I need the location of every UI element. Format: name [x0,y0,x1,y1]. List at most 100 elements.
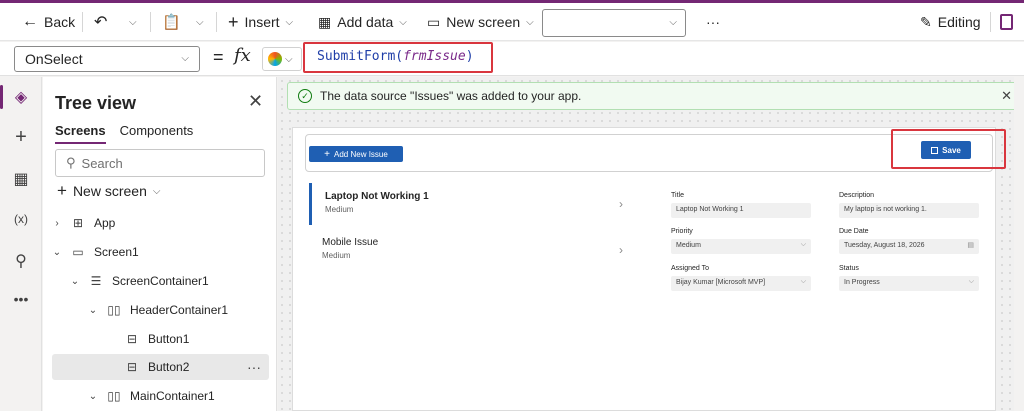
priority-field: Priority Medium ⌵ [671,228,811,254]
list-item[interactable]: Laptop Not Working 1 Medium › [309,183,627,225]
chevron-down-icon: ⌵ [129,16,137,28]
data-rail-button[interactable]: ▦ [0,161,42,197]
tree-node-label: Screen1 [94,245,139,259]
table-add-icon: ▦ [318,13,332,30]
description-label: Description [839,192,875,199]
tree-node-screen1[interactable]: ⌄ ▭ Screen1 [52,239,269,265]
app-checker-button[interactable] [1000,3,1013,41]
plus-icon: + [57,181,67,200]
status-dropdown[interactable]: In Progress ⌵ [839,276,979,291]
tree-view-rail-button[interactable]: ◈ [0,79,42,115]
description-input[interactable]: My laptop is not working 1. [839,203,979,218]
calendar-icon: ▤ [967,242,974,249]
chevron-down-icon: ⌵ [526,16,534,28]
insert-rail-button[interactable]: + [0,119,42,155]
tree-node-button1[interactable]: ⊟ Button1 [52,326,269,352]
collapse-arrow-icon[interactable]: ⌄ [52,247,62,258]
issue-priority: Medium [322,251,351,260]
new-screen-tree-button[interactable]: + New screen ⌵ [57,181,160,201]
tree-node-button2[interactable]: ⊟ Button2 ··· [52,354,269,380]
tree-node-headercontainer1[interactable]: ⌄ ▯▯ HeaderContainer1 [52,297,269,323]
layers-icon: ◈ [14,89,28,106]
header-container: + Add New Issue [305,134,993,172]
tree-node-app[interactable]: › ⊞ App [52,210,269,236]
tree-node-screencontainer1[interactable]: ⌄ ☰ ScreenContainer1 [52,268,269,294]
divider [990,12,991,32]
chevron-right-icon[interactable]: › [619,197,623,211]
undo-button[interactable]: ↶ [94,3,107,41]
add-data-label: Add data [337,14,394,30]
list-item[interactable]: Mobile Issue Medium › [309,229,627,271]
editing-mode-button[interactable]: ✎ Editing [920,3,981,41]
container-icon: ☰ [90,274,102,288]
more-rail-button[interactable]: ••• [0,281,42,317]
pencil-icon: ✎ [920,13,932,30]
title-value: Laptop Not Working 1 [676,206,744,213]
button-icon: ⊟ [126,360,138,374]
formula-bar: OnSelect ⌵ = fx ⌵ SubmitForm(frmIssue) [0,42,1024,76]
tree-node-label: MainContainer1 [130,389,215,403]
search-placeholder: Search [81,155,123,171]
collapse-arrow-icon[interactable]: ⌄ [88,305,98,316]
formula-input[interactable]: SubmitForm(frmIssue) [303,42,493,73]
expand-arrow-icon[interactable]: › [52,218,62,229]
back-button[interactable]: ← Back [22,3,75,41]
priority-dropdown[interactable]: Medium ⌵ [671,239,811,254]
property-selector[interactable]: OnSelect ⌵ [14,46,200,72]
app-icon: ⊞ [72,216,84,230]
assigned-to-dropdown[interactable]: Bijay Kumar [Microsoft MVP] ⌵ [671,276,811,291]
undo-icon: ↶ [94,14,108,31]
tab-components[interactable]: Components [120,123,194,144]
status-label: Status [839,265,859,272]
due-date-picker[interactable]: Tuesday, August 18, 2026 ▤ [839,239,979,254]
new-screen-button[interactable]: ▭ New screen ⌵ [427,3,534,41]
assigned-to-label: Assigned To [671,265,710,272]
chevron-down-icon: ⌵ [669,17,677,28]
close-icon[interactable]: ✕ [1001,88,1012,104]
due-date-value: Tuesday, August 18, 2026 [844,242,925,249]
command-bar: ← Back ↶ ⌵ 📋 ⌵ + Insert ⌵ ▦ Add data ⌵ ▭… [0,3,1024,41]
issue-priority: Medium [325,205,354,214]
search-rail-button[interactable]: ⚲ [0,243,42,279]
insert-button[interactable]: + Insert ⌵ [228,3,293,41]
chevron-down-icon: ⌵ [399,16,407,28]
undo-menu-button[interactable]: ⌵ [129,3,137,41]
tree-node-label: Button1 [148,332,190,346]
title-input[interactable]: Laptop Not Working 1 [671,203,811,218]
plus-icon: + [228,11,239,32]
chevron-down-icon: ⌵ [181,53,189,64]
insert-label: Insert [244,14,280,30]
tree-view-title: Tree view [55,93,137,113]
divider [82,12,83,32]
chevron-down-icon: ⌵ [285,16,294,28]
collapse-arrow-icon[interactable]: ⌄ [88,391,98,402]
add-data-button[interactable]: ▦ Add data ⌵ [318,3,407,41]
priority-label: Priority [671,228,693,235]
collapse-arrow-icon[interactable]: ⌄ [70,276,80,287]
more-options-icon[interactable]: ··· [247,359,261,375]
design-canvas[interactable]: ✓ The data source "Issues" was added to … [278,77,1024,411]
back-label: Back [44,14,76,30]
variables-rail-button[interactable]: (x) [0,201,42,237]
paste-button[interactable]: 📋 [162,3,181,41]
chevron-right-icon[interactable]: › [619,243,623,257]
tree-node-maincontainer1[interactable]: ⌄ ▯▯ MainContainer1 [52,383,269,409]
plus-icon: + [15,125,27,148]
toolbar-dropdown[interactable]: ⌵ [542,9,686,37]
tree-search-input[interactable]: ⚲ Search [55,149,265,177]
tree-node-label: HeaderContainer1 [130,303,229,317]
more-icon: ••• [13,291,29,307]
more-commands-button[interactable]: ··· [706,3,720,41]
paste-menu-button[interactable]: ⌵ [196,3,204,41]
save-icon [931,146,939,154]
tab-screens[interactable]: Screens [55,123,106,144]
add-new-issue-button[interactable]: + Add New Issue [309,146,403,162]
save-button[interactable]: Save [921,141,971,159]
copilot-button[interactable]: ⌵ [262,47,302,71]
close-icon[interactable]: ✕ [248,91,263,112]
horizontal-container-icon: ▯▯ [107,389,121,403]
divider [216,12,217,32]
chevron-down-icon: ⌵ [285,53,293,65]
chevron-down-icon: ⌵ [152,185,161,197]
formula-function: SubmitForm( [317,49,404,64]
